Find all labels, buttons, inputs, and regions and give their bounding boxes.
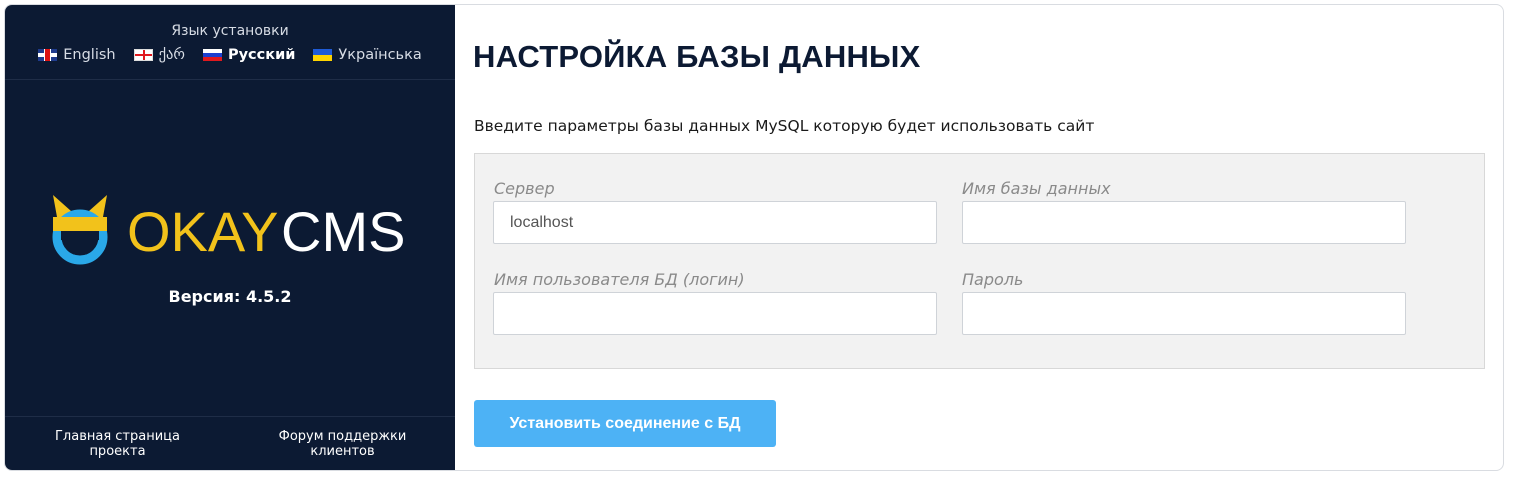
connect-db-button[interactable]: Установить соединение с БД <box>474 400 776 447</box>
footer-links: Главная страница проекта Форум поддержки… <box>5 429 455 459</box>
support-forum-link[interactable]: Форум поддержки клиентов <box>230 429 455 459</box>
language-georgian[interactable]: ქარ <box>133 47 185 63</box>
divider <box>5 79 455 80</box>
language-ukrainian[interactable]: Українська <box>313 47 422 63</box>
password-label: Пароль <box>962 270 1024 289</box>
georgia-flag-icon <box>133 49 153 61</box>
russia-flag-icon <box>202 49 222 61</box>
server-input[interactable] <box>493 201 937 244</box>
page-title: НАСТРОЙКА БАЗЫ ДАННЫХ <box>473 39 921 74</box>
logo-mark-icon <box>52 195 108 265</box>
language-selector: English ქარ Русский Українська <box>5 47 455 63</box>
language-russian[interactable]: Русский <box>202 47 296 63</box>
sidebar: Язык установки English ქარ Русский Украї… <box>5 5 455 470</box>
divider <box>5 416 455 417</box>
language-english[interactable]: English <box>38 47 116 63</box>
okaycms-logo: OKAY CMS <box>52 195 405 265</box>
logo-text-cms: CMS <box>281 200 405 263</box>
link-label: Главная страница проекта <box>55 429 180 459</box>
dbname-label: Имя базы данных <box>962 179 1111 198</box>
install-card: Язык установки English ქარ Русский Украї… <box>4 4 1504 471</box>
language-label: Русский <box>227 47 296 63</box>
main-panel: НАСТРОЙКА БАЗЫ ДАННЫХ Введите параметры … <box>455 5 1503 470</box>
page-subtitle: Введите параметры базы данных MySQL кото… <box>474 117 1095 135</box>
ukraine-flag-icon <box>313 49 333 61</box>
version-label: Версия: 4.5.2 <box>168 287 292 306</box>
language-label: English <box>63 47 116 63</box>
server-label: Сервер <box>494 179 555 198</box>
db-user-label: Имя пользователя БД (логин) <box>494 270 745 289</box>
link-label: Форум поддержки клиентов <box>278 429 407 459</box>
logo-text-okay: OKAY <box>127 200 278 263</box>
db-settings-form: Сервер Имя базы данных Имя пользователя … <box>474 153 1485 369</box>
dbname-input[interactable] <box>962 201 1406 244</box>
language-label: ქარ <box>158 47 185 63</box>
language-label: Українська <box>338 47 422 63</box>
db-user-input[interactable] <box>493 292 937 335</box>
uk-flag-icon <box>38 49 58 61</box>
project-home-link[interactable]: Главная страница проекта <box>5 429 230 459</box>
language-selector-title: Язык установки <box>171 23 289 39</box>
password-input[interactable] <box>962 292 1406 335</box>
